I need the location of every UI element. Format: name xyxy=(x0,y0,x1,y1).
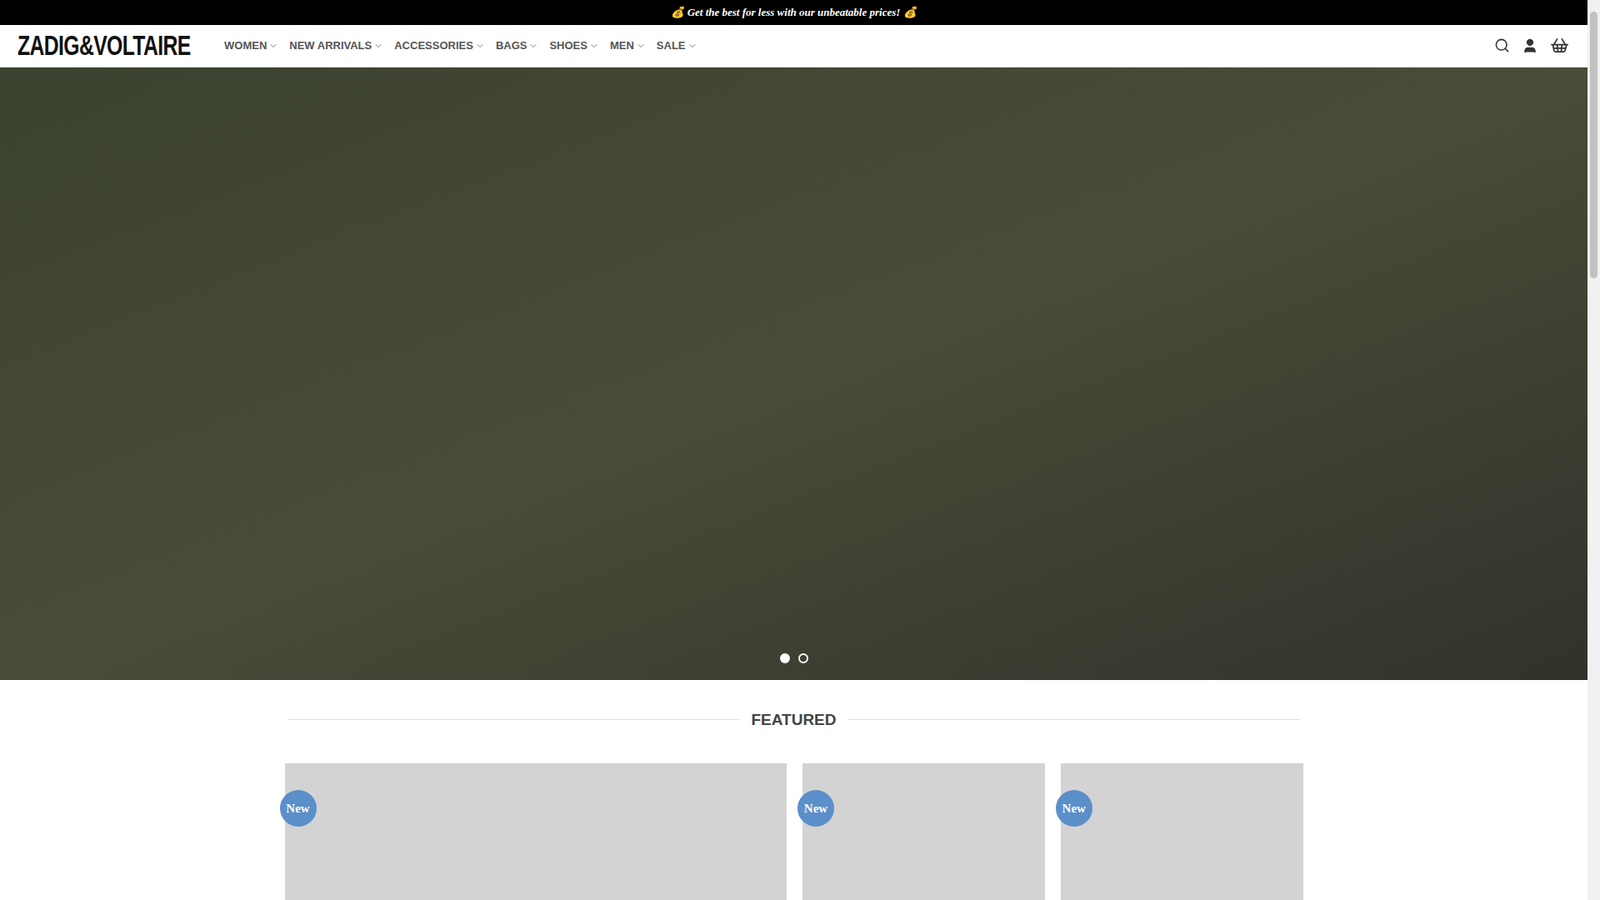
slider-dot[interactable] xyxy=(780,653,790,664)
new-badge: New xyxy=(280,790,317,827)
slider-dots xyxy=(0,653,1588,664)
page-content: 💰 Get the best for less with our unbeata… xyxy=(0,0,1588,900)
product-card[interactable]: New xyxy=(802,763,1045,900)
hero-slider xyxy=(0,67,1588,680)
nav-item[interactable]: ACCESSORIES xyxy=(394,37,485,55)
header-icons xyxy=(1494,35,1570,55)
basket-icon[interactable] xyxy=(1550,35,1570,55)
page: 💰 Get the best for less with our unbeata… xyxy=(0,0,1600,900)
chevron-down-icon xyxy=(635,40,646,51)
featured-section: FEATUREDNewNewNew xyxy=(285,680,1304,900)
nav-item[interactable]: WOMEN xyxy=(224,37,279,55)
featured-heading: FEATURED xyxy=(285,708,1304,733)
chevron-down-icon xyxy=(528,40,539,51)
product-card[interactable]: New xyxy=(285,763,787,900)
user-icon[interactable] xyxy=(1521,37,1539,55)
search-icon[interactable] xyxy=(1494,37,1510,54)
new-badge: New xyxy=(1055,790,1093,827)
slider-dot[interactable] xyxy=(798,653,809,664)
nav-item[interactable]: SHOES xyxy=(549,37,600,55)
chevron-down-icon xyxy=(475,40,485,51)
chevron-down-icon xyxy=(687,40,698,51)
main-nav: WOMEN NEW ARRIVALS ACCESSORIES BAGS SHOES MEN… xyxy=(224,37,698,55)
chevron-down-icon xyxy=(373,40,384,51)
logo[interactable]: ZADIG&VOLTAIRE xyxy=(17,25,205,67)
scrollbar[interactable] xyxy=(1587,0,1600,900)
announcement-bar: 💰 Get the best for less with our unbeata… xyxy=(0,0,1588,25)
nav-item[interactable]: SALE xyxy=(656,37,698,55)
scrollbar-thumb[interactable] xyxy=(1590,11,1598,279)
product-grid: NewNewNew xyxy=(285,763,1304,900)
nav-item[interactable]: NEW ARRIVALS xyxy=(289,37,384,55)
nav-item[interactable]: MEN xyxy=(610,37,646,55)
chevron-down-icon xyxy=(589,40,600,51)
chevron-down-icon xyxy=(268,40,279,51)
nav-item[interactable]: BAGS xyxy=(495,37,540,55)
product-card[interactable]: New xyxy=(1060,763,1304,900)
new-badge: New xyxy=(797,790,835,827)
header: ZADIG&VOLTAIRE WOMEN NEW ARRIVALS ACCESSORI… xyxy=(0,25,1588,68)
